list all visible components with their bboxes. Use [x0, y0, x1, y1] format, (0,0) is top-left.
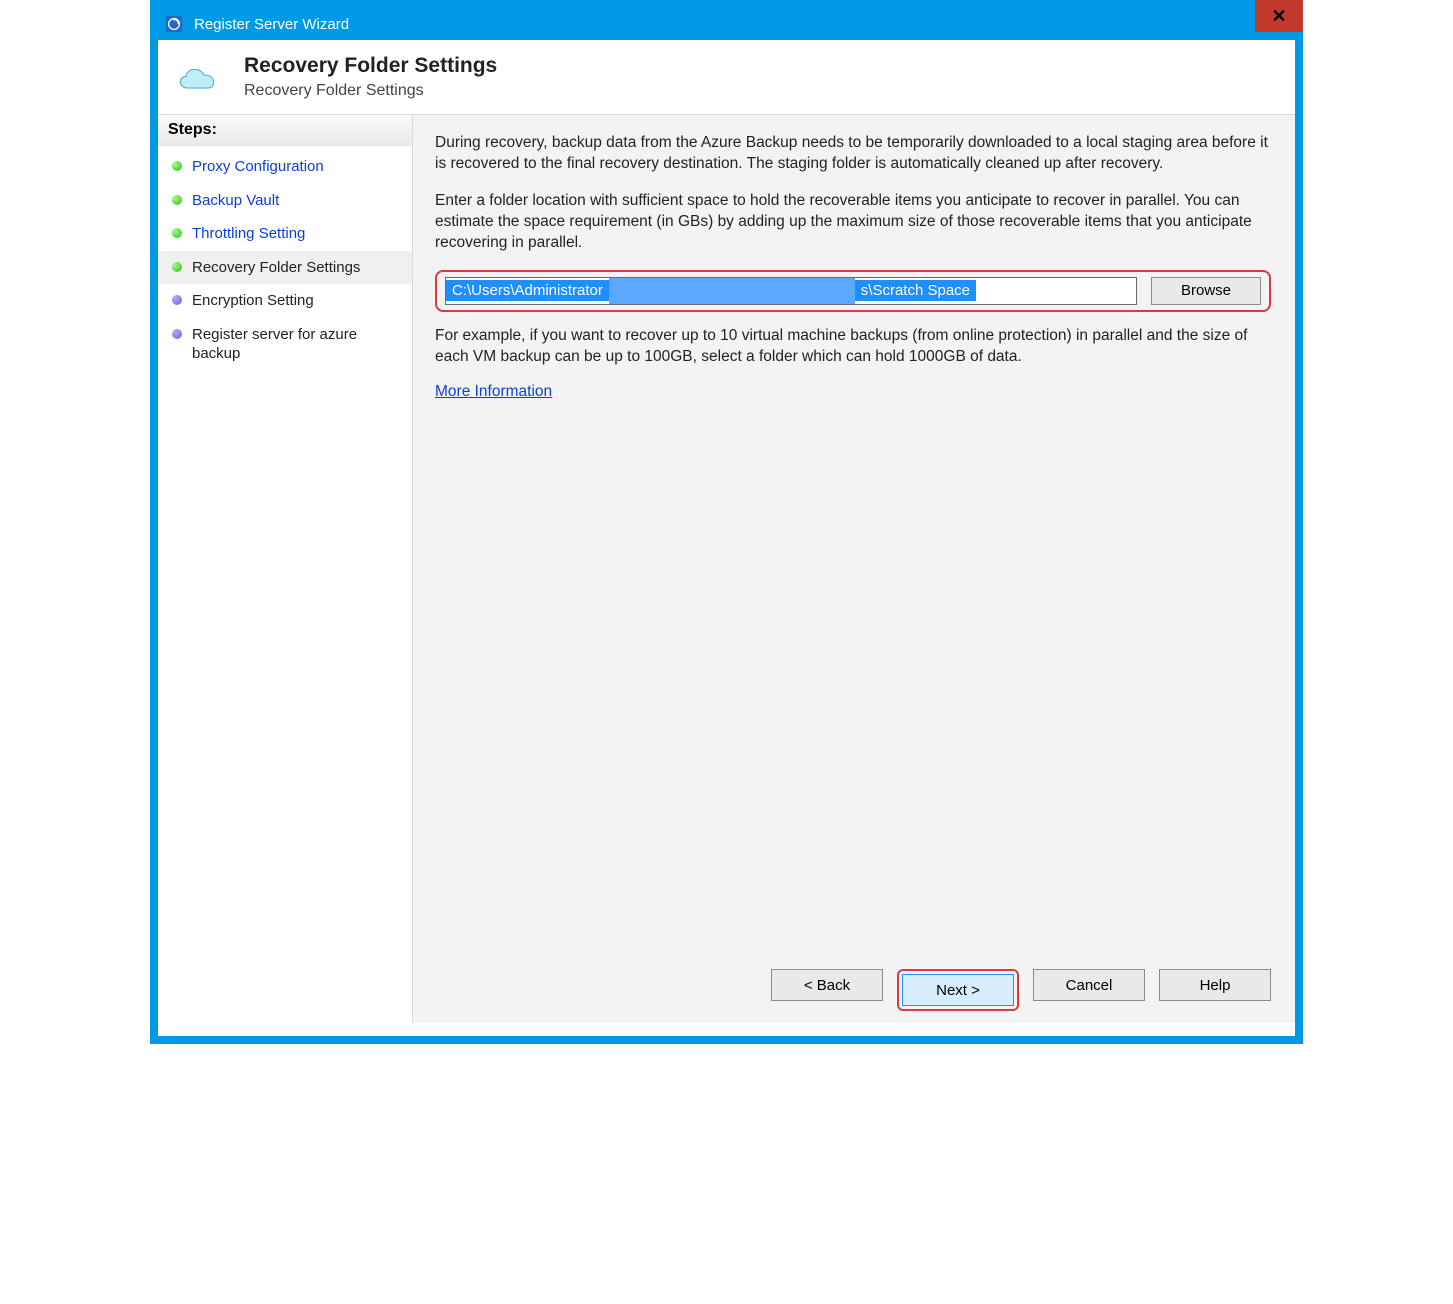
step-label: Recovery Folder Settings	[192, 258, 360, 278]
step-proxy-configuration[interactable]: Proxy Configuration	[158, 150, 412, 184]
page-title: Recovery Folder Settings	[244, 54, 497, 78]
footer-buttons: < Back Next > Cancel Help	[435, 959, 1271, 1011]
next-button-highlight: Next >	[897, 969, 1019, 1011]
more-information-link[interactable]: More Information	[435, 383, 1271, 401]
step-label: Encryption Setting	[192, 291, 314, 311]
step-recovery-folder-settings[interactable]: Recovery Folder Settings	[158, 251, 412, 285]
page-subtitle: Recovery Folder Settings	[244, 82, 497, 100]
description-para-3: For example, if you want to recover up t…	[435, 326, 1271, 368]
header-band: Recovery Folder Settings Recovery Folder…	[158, 40, 1295, 115]
steps-heading: Steps:	[158, 115, 412, 146]
cancel-button[interactable]: Cancel	[1033, 969, 1145, 1001]
spacer	[435, 401, 1271, 959]
step-encryption-setting[interactable]: Encryption Setting	[158, 284, 412, 318]
close-button[interactable]: ✕	[1255, 0, 1303, 32]
app-icon	[164, 14, 184, 34]
step-done-icon	[172, 228, 182, 238]
next-button[interactable]: Next >	[902, 974, 1014, 1006]
path-segment-right: s\Scratch Space	[855, 280, 976, 301]
folder-input-row: C:\Users\Administrator s\Scratch Space B…	[435, 270, 1271, 312]
step-register-server[interactable]: Register server for azure backup	[158, 318, 412, 371]
back-button[interactable]: < Back	[771, 969, 883, 1001]
wizard-window: Register Server Wizard ✕ Recovery Folder…	[150, 0, 1303, 1044]
header-titles: Recovery Folder Settings Recovery Folder…	[244, 54, 497, 100]
step-label: Proxy Configuration	[192, 157, 324, 177]
browse-button[interactable]: Browse	[1151, 277, 1261, 305]
close-icon: ✕	[1271, 6, 1286, 27]
description-para-1: During recovery, backup data from the Az…	[435, 133, 1271, 175]
step-current-icon	[172, 262, 182, 272]
step-done-icon	[172, 161, 182, 171]
titlebar: Register Server Wizard ✕	[158, 8, 1295, 40]
step-pending-icon	[172, 329, 182, 339]
step-label: Backup Vault	[192, 191, 279, 211]
step-throttling-setting[interactable]: Throttling Setting	[158, 217, 412, 251]
steps-list: Proxy Configuration Backup Vault Throttl…	[158, 146, 412, 375]
step-pending-icon	[172, 295, 182, 305]
body: Steps: Proxy Configuration Backup Vault …	[158, 115, 1295, 1023]
step-done-icon	[172, 195, 182, 205]
step-label: Throttling Setting	[192, 224, 305, 244]
path-trailing-space	[976, 278, 1136, 304]
path-segment-redacted	[609, 278, 855, 304]
step-backup-vault[interactable]: Backup Vault	[158, 184, 412, 218]
main-panel: During recovery, backup data from the Az…	[413, 115, 1295, 1023]
folder-path-input[interactable]: C:\Users\Administrator s\Scratch Space	[445, 277, 1137, 305]
window-title: Register Server Wizard	[194, 16, 349, 33]
help-button[interactable]: Help	[1159, 969, 1271, 1001]
sidebar: Steps: Proxy Configuration Backup Vault …	[158, 115, 413, 1023]
description-para-2: Enter a folder location with sufficient …	[435, 191, 1271, 254]
step-label: Register server for azure backup	[192, 325, 402, 364]
path-segment-left: C:\Users\Administrator	[446, 280, 609, 301]
cloud-icon	[170, 60, 224, 98]
